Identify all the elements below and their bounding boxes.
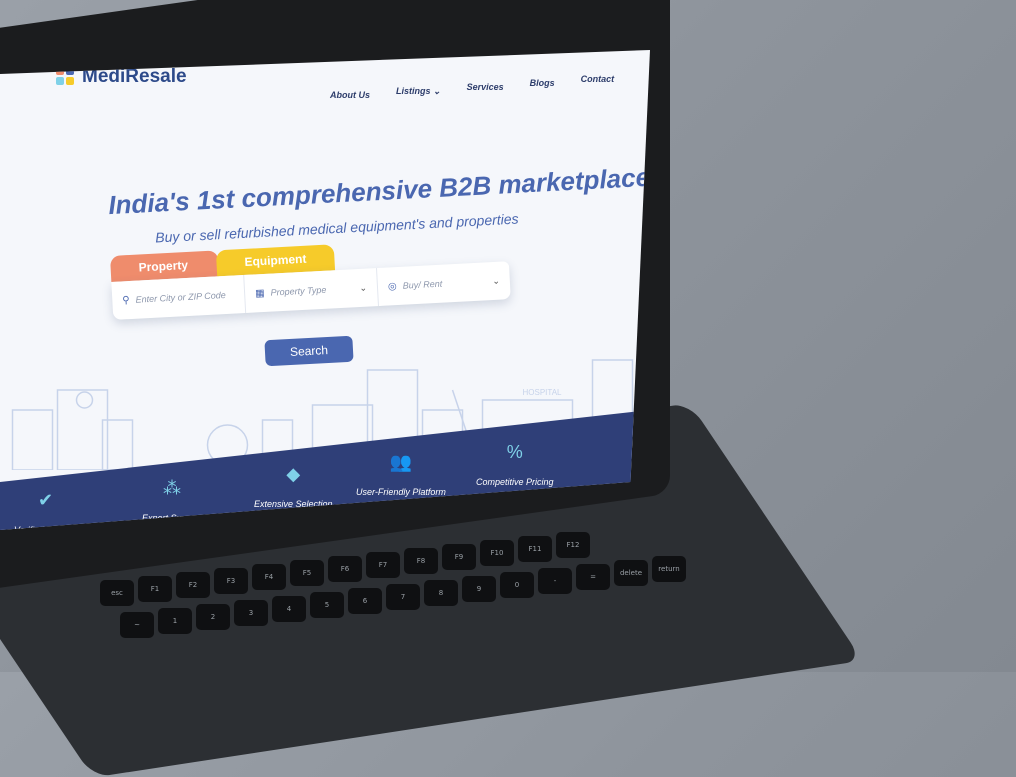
feature-expert-support: ⁂ Expert Support <box>142 478 202 523</box>
feature-label: Competitive Pricing <box>476 477 554 487</box>
property-type-placeholder: Property Type <box>270 284 327 298</box>
nav-listings-label: Listings <box>396 86 431 96</box>
nav-blogs[interactable]: Blogs <box>530 78 555 100</box>
keyboard: esc F1 F2 F3 F4 F5 F6 F7 F8 F9 F10 F11 F12 ~1 2 3 4 5 6 7 8 9… <box>40 532 686 700</box>
tag-icon: ◎ <box>387 280 397 292</box>
keyboard-key: = <box>576 564 610 590</box>
feature-label: User-Friendly Platform <box>356 487 446 497</box>
keyboard-key: delete <box>614 560 648 586</box>
verified-badge-icon: ✔ <box>38 490 54 510</box>
nav-listings[interactable]: Listings ⌄ <box>396 86 441 100</box>
screen: MediResale About Us Listings ⌄ Services … <box>0 50 650 530</box>
brand-name: MediResale <box>82 66 187 87</box>
keyboard-key: F2 <box>176 572 210 598</box>
keyboard-key: 8 <box>424 580 458 606</box>
nav-services[interactable]: Services <box>467 82 504 100</box>
keyboard-key: F10 <box>480 540 514 566</box>
keyboard-key: F5 <box>290 560 324 586</box>
location-pin-icon: ⚲ <box>122 294 130 306</box>
keyboard-key: 2 <box>196 604 230 630</box>
keyboard-key: ~ <box>120 612 154 638</box>
hospital-sign: HOSPITAL <box>523 388 563 397</box>
search-widget: Property Equipment ⚲ Enter City or ZIP C… <box>110 235 511 320</box>
keyboard-key: F1 <box>138 576 172 602</box>
keyboard-key: 0 <box>500 572 534 598</box>
feature-label: Extensive Selection <box>254 499 333 509</box>
nav-contact[interactable]: Contact <box>581 74 615 100</box>
feature-user-friendly-platform: 👥 User-Friendly Platform <box>356 452 446 497</box>
keyboard-key: - <box>538 568 572 594</box>
keyboard-key: return <box>652 556 686 582</box>
nav-about-us[interactable]: About Us <box>330 90 370 100</box>
brand-logo[interactable]: MediResale <box>56 66 187 88</box>
team-icon: ⁂ <box>163 478 182 498</box>
buy-rent-select[interactable]: ◎ Buy/ Rent ⌄ <box>377 261 511 306</box>
buy-rent-placeholder: Buy/ Rent <box>402 278 443 291</box>
shapes-icon: ◆ <box>286 464 301 484</box>
keyboard-key: 4 <box>272 596 306 622</box>
chevron-down-icon: ⌄ <box>359 282 368 293</box>
keyboard-key: F8 <box>404 548 438 574</box>
property-type-select[interactable]: ▦ Property Type ⌄ <box>244 268 379 313</box>
chevron-down-icon: ⌄ <box>433 86 441 96</box>
feature-verified-listings: ✔ Verified Listings <box>14 490 78 535</box>
percent-badge-icon: % <box>506 442 523 462</box>
feature-extensive-selection: ◆ Extensive Selection <box>254 464 333 509</box>
keyboard-key: 5 <box>310 592 344 618</box>
feature-label: Verified Listings <box>14 525 78 535</box>
users-icon: 👥 <box>389 452 413 472</box>
hero-title: India's 1st comprehensive B2B marketplac… <box>107 161 651 221</box>
building-icon: ▦ <box>254 287 265 299</box>
keyboard-key: 7 <box>386 584 420 610</box>
main-nav: About Us Listings ⌄ Services Blogs Conta… <box>330 74 614 100</box>
keyboard-key: F11 <box>518 536 552 562</box>
keyboard-key: 3 <box>234 600 268 626</box>
location-placeholder: Enter City or ZIP Code <box>135 290 226 305</box>
keyboard-key: 9 <box>462 576 496 602</box>
logo-mark-icon <box>56 67 76 87</box>
keyboard-key: F12 <box>556 532 590 558</box>
keyboard-key: 6 <box>348 588 382 614</box>
feature-competitive-pricing: % Competitive Pricing <box>476 442 554 487</box>
keyboard-key: F7 <box>366 552 400 578</box>
keyboard-key: esc <box>100 580 134 606</box>
keyboard-key: F4 <box>252 564 286 590</box>
chevron-down-icon: ⌄ <box>491 275 501 286</box>
location-field[interactable]: ⚲ Enter City or ZIP Code <box>111 275 247 320</box>
feature-label: Expert Support <box>142 513 203 523</box>
keyboard-key: 1 <box>158 608 192 634</box>
keyboard-key: F3 <box>214 568 248 594</box>
keyboard-key: F6 <box>328 556 362 582</box>
keyboard-key: F9 <box>442 544 476 570</box>
